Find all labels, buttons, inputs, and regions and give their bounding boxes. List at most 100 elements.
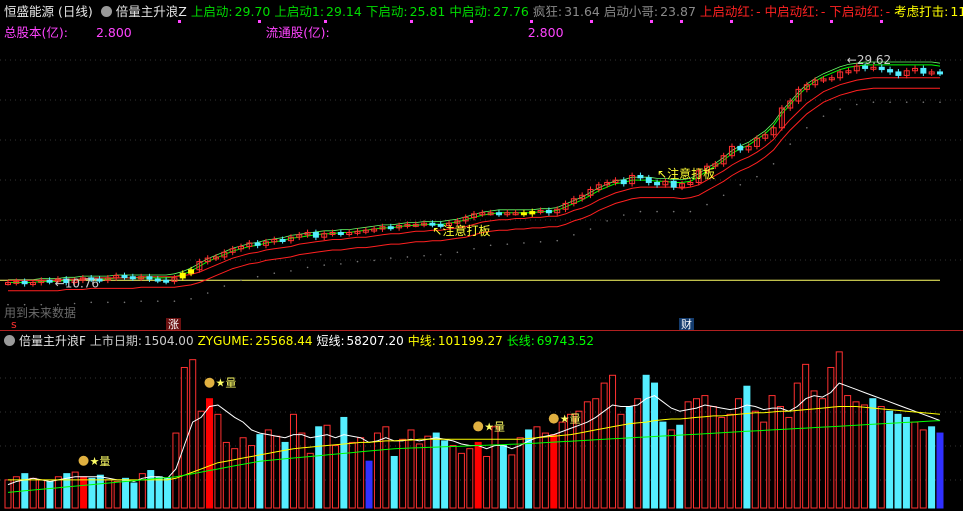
volume-bar-95 [802, 363, 810, 509]
volume-bar-107 [902, 416, 910, 509]
volume-bar-28 [239, 437, 247, 509]
star-volume-label-1: ★量 [216, 377, 237, 390]
volume-bar-31 [264, 429, 272, 509]
volume-bar-64 [541, 432, 549, 509]
volume-bar-51 [432, 432, 440, 509]
volume-bar-49 [415, 443, 423, 509]
volume-bar-53 [449, 445, 457, 509]
volume-bar-21 [180, 366, 188, 509]
volume-bar-40 [340, 416, 348, 509]
volume-bar-89 [751, 410, 759, 509]
volume-bar-26 [222, 441, 230, 509]
money-bag-icon-3 [548, 413, 559, 424]
volume-bar-10 [88, 477, 96, 509]
volume-chart[interactable]: ★量 ★量 ★量 ★量 [0, 0, 963, 511]
volume-bar-18 [155, 476, 163, 509]
volume-bar-17 [147, 470, 155, 509]
volume-bar-93 [785, 416, 793, 509]
volume-bar-75 [634, 398, 642, 509]
volume-bar-92 [776, 406, 784, 509]
volume-bar-99 [835, 351, 843, 509]
volume-bar-29 [247, 445, 255, 509]
volume-bar-55 [466, 448, 474, 509]
volume-bar-109 [919, 429, 927, 509]
volume-bar-23 [197, 410, 205, 509]
volume-bar-71 [600, 382, 608, 509]
volume-bar-70 [592, 398, 600, 509]
volume-bar-79 [667, 429, 675, 509]
volume-bar-60 [508, 454, 516, 509]
volume-bar-35 [298, 432, 306, 509]
volume-bar-108 [911, 421, 919, 509]
volume-bar-14 [122, 477, 130, 509]
volume-bar-111 [936, 432, 944, 509]
volume-bar-12 [105, 479, 113, 509]
volume-bar-22 [189, 359, 197, 509]
volume-bar-56 [474, 441, 482, 509]
volume-bar-42 [357, 437, 365, 509]
volume-bar-9 [80, 476, 88, 509]
volume-bar-84 [709, 406, 717, 509]
volume-bar-24 [206, 398, 214, 509]
volume-bar-19 [164, 477, 172, 509]
volume-bar-54 [457, 452, 465, 509]
volume-bar-44 [373, 432, 381, 509]
volume-bar-82 [693, 398, 701, 509]
volume-bar-97 [818, 398, 826, 509]
volume-bar-73 [617, 413, 625, 509]
volume-bar-13 [113, 480, 121, 509]
volume-bar-104 [877, 406, 885, 509]
volume-bar-103 [869, 398, 877, 509]
volume-bar-87 [734, 398, 742, 509]
volume-bar-80 [676, 424, 684, 509]
volume-bar-77 [651, 382, 659, 509]
volume-bar-86 [726, 413, 734, 509]
volume-bar-78 [659, 421, 667, 509]
volume-bar-33 [281, 441, 289, 509]
volume-bar-74 [625, 406, 633, 509]
volume-bar-15 [130, 482, 138, 509]
volume-bar-72 [609, 374, 617, 509]
volume-bar-30 [256, 434, 264, 509]
volume-bar-39 [331, 445, 339, 509]
money-bag-icon-0 [78, 455, 89, 466]
star-volume-label-0: ★量 [90, 455, 111, 468]
volume-bar-88 [743, 385, 751, 509]
star-volume-label-3: ★量 [560, 413, 581, 426]
volume-bar-3 [29, 477, 37, 509]
volume-bar-76 [642, 374, 650, 509]
volume-bar-4 [38, 479, 46, 509]
star-volume-label-2: ★量 [484, 420, 505, 433]
volume-bar-20 [172, 432, 180, 509]
volume-bar-48 [407, 429, 415, 509]
volume-bar-43 [365, 460, 373, 509]
volume-bar-61 [516, 437, 524, 509]
volume-bar-65 [550, 434, 558, 509]
money-bag-icon-1 [204, 377, 215, 388]
volume-bar-25 [214, 413, 222, 509]
volume-bar-46 [390, 455, 398, 509]
volume-bar-37 [315, 426, 323, 509]
volume-bar-34 [289, 413, 297, 509]
money-bag-icon-2 [473, 421, 484, 432]
volume-bar-105 [886, 410, 894, 509]
volume-bar-90 [760, 421, 768, 509]
volume-bar-98 [827, 366, 835, 509]
volume-bar-102 [860, 404, 868, 509]
volume-bar-47 [399, 438, 407, 509]
volume-bar-52 [441, 440, 449, 509]
volume-bar-6 [54, 476, 62, 509]
volume-bar-57 [483, 455, 491, 509]
volume-bar-59 [499, 445, 507, 509]
volume-bar-27 [231, 448, 239, 509]
volume-bar-110 [928, 426, 936, 509]
volume-bar-38 [323, 424, 331, 509]
volume-bar-36 [306, 452, 314, 509]
volume-bar-69 [583, 401, 591, 509]
volume-bar-83 [701, 395, 709, 509]
volume-bar-101 [852, 401, 860, 509]
volume-bar-32 [273, 435, 281, 509]
volume-bar-5 [46, 480, 54, 509]
volume-bar-106 [894, 413, 902, 509]
volume-bar-85 [718, 416, 726, 509]
